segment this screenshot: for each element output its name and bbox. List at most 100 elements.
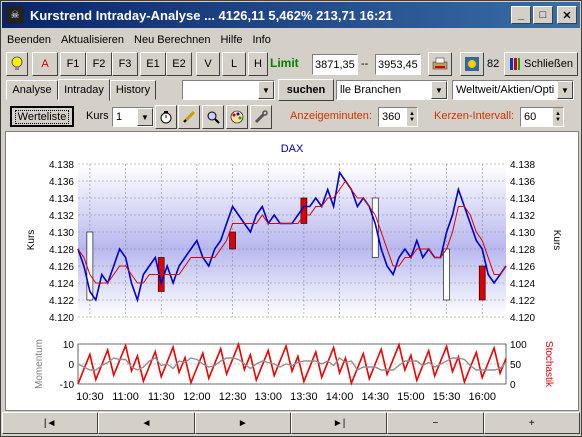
sub-y-tick-label-left: -10 <box>60 380 75 391</box>
y-tick-label-right: 4.130 <box>510 228 535 239</box>
sub-y-tick-label-left: 0 <box>68 360 74 371</box>
draw-button[interactable] <box>178 105 200 129</box>
region-combo-value: Weltweit/Aktien/Opti <box>456 84 555 96</box>
chevron-down-icon[interactable]: ▼ <box>557 81 573 99</box>
chevron-down-icon[interactable]: ▼ <box>431 81 447 99</box>
y-tick-label-right: 4.136 <box>510 177 535 188</box>
zoom-button[interactable] <box>202 105 224 129</box>
x-tick-label: 16:00 <box>468 391 496 403</box>
minutes-spinner[interactable]: ▲ ▼ <box>407 108 417 126</box>
x-tick-label: 14:00 <box>326 391 354 403</box>
paint-button[interactable] <box>226 105 248 129</box>
x-tick-label: 11:30 <box>148 391 175 403</box>
title-bar[interactable]: ☠ Kurstrend Intraday-Analyse ... 4126,11… <box>2 2 580 28</box>
branch-combo-value: lle Branchen <box>340 84 402 96</box>
y-tick-label-right: 4.124 <box>510 279 535 290</box>
toolbar-button-l[interactable]: L <box>222 52 246 76</box>
momentum-axis-label: Momentum <box>34 339 45 389</box>
interval-field[interactable]: 60 ▲ ▼ <box>520 107 564 127</box>
toolbar-button-f1[interactable]: F1 <box>60 52 86 76</box>
toolbar-button-h[interactable]: H <box>248 52 268 76</box>
x-tick-label: 12:00 <box>183 391 211 403</box>
y-axis-label-left: Kurs <box>26 230 37 251</box>
minutes-field[interactable]: 360 ▲ ▼ <box>378 107 418 127</box>
timer-button[interactable] <box>155 105 177 129</box>
toolbar-button-a[interactable]: A <box>32 52 58 76</box>
y-axis-label-right: Kurs <box>551 230 562 251</box>
kurs-select[interactable]: 1 ▼ <box>112 107 154 127</box>
sub-y-tick-label-right: 100 <box>510 340 527 351</box>
y-tick-label-right: 4.120 <box>510 313 535 324</box>
toolbar-button-f3[interactable]: F3 <box>112 52 138 76</box>
minutes-field-value: 360 <box>382 111 401 123</box>
candle <box>371 197 379 258</box>
branch-combo[interactable]: lle Branchen ▼ <box>336 80 448 100</box>
maximize-button[interactable]: □ <box>533 6 553 24</box>
menu-beenden[interactable]: Beenden <box>2 34 56 46</box>
chevron-down-icon[interactable]: ▼ <box>137 108 153 126</box>
chart-title: DAX <box>281 143 304 155</box>
close-app-button[interactable]: Schließen <box>504 52 578 76</box>
minutes-label: Anzeigeminuten: <box>290 110 372 122</box>
candle <box>229 231 236 250</box>
search-combo[interactable]: ▼ <box>182 80 275 100</box>
y-tick-label-left: 4.130 <box>49 228 74 239</box>
toolbar-button-f2[interactable]: F2 <box>86 52 112 76</box>
y-tick-label-left: 4.120 <box>49 313 74 324</box>
y-tick-label-left: 4.124 <box>49 279 74 290</box>
nav-next-button[interactable]: ► <box>194 412 291 434</box>
menu-hilfe[interactable]: Hilfe <box>215 34 247 46</box>
stochastic-axis-label: Stochastik <box>543 341 554 388</box>
x-tick-label: 11:00 <box>112 391 139 403</box>
minimize-button[interactable]: _ <box>511 6 531 24</box>
chart-toolbar: Werteliste Kurs 1 ▼ Anzeigeminuten: 360 … <box>2 104 580 130</box>
lightbulb-button[interactable] <box>6 52 28 76</box>
interval-label: Kerzen-Intervall: <box>434 110 515 122</box>
menu-info[interactable]: Info <box>248 34 276 46</box>
y-tick-label-left: 4.138 <box>49 160 74 171</box>
sub-y-tick-label-left: 10 <box>63 340 75 351</box>
toolbar-button-e2[interactable]: E2 <box>166 52 192 76</box>
nav-last-button[interactable]: ►| <box>290 412 388 434</box>
intraday-chart[interactable]: DAX 4.138 4.138 4.136 4.136 4.134 4.134 4.132 4.… <box>6 132 578 410</box>
watchlist-button[interactable]: Werteliste <box>10 106 74 127</box>
y-tick-label-right: 4.132 <box>510 211 535 222</box>
interval-spinner[interactable]: ▲ ▼ <box>553 108 563 126</box>
sub-y-tick-label-right: 0 <box>510 380 516 391</box>
tab-intraday[interactable]: Intraday <box>58 79 110 101</box>
nav-prev-button[interactable]: ◄ <box>98 412 195 434</box>
close-button[interactable]: ✕ <box>557 6 577 24</box>
main-window: ☠ Kurstrend Intraday-Analyse ... 4126,11… <box>0 0 582 437</box>
menu-bar: Beenden Aktualisieren Neu Berechnen Hilf… <box>2 30 276 50</box>
y-tick-label-right: 4.134 <box>510 194 535 205</box>
toolbar-button-e1[interactable]: E1 <box>140 52 166 76</box>
print-button[interactable] <box>428 52 452 76</box>
printer-icon <box>432 57 448 70</box>
toolbar-button-v[interactable]: V <box>196 52 220 76</box>
limit-high-field[interactable]: 3953,45 <box>375 54 421 75</box>
portfolio-button[interactable] <box>460 52 484 76</box>
zoom-in-button[interactable]: + <box>483 412 580 434</box>
x-tick-label: 10:30 <box>76 391 104 403</box>
chart-panel[interactable]: DAX 4.138 4.138 4.136 4.136 4.134 4.134 4.132 4.… <box>5 131 579 411</box>
tab-analyse[interactable]: Analyse <box>6 80 58 100</box>
menu-neu-berechnen[interactable]: Neu Berechnen <box>129 34 215 46</box>
magnifier-icon <box>207 111 220 124</box>
y-tick-label-left: 4.134 <box>49 194 74 205</box>
portfolio-icon <box>465 57 479 71</box>
wrench-icon <box>254 110 268 124</box>
pencil-icon <box>182 110 196 124</box>
y-tick-label-left: 4.126 <box>49 262 74 273</box>
tab-history[interactable]: History <box>110 80 156 100</box>
tools-button[interactable] <box>250 105 272 129</box>
search-button[interactable]: suchen <box>278 79 334 101</box>
chevron-down-icon[interactable]: ▼ <box>258 81 274 99</box>
region-combo[interactable]: Weltweit/Aktien/Opti ▼ <box>452 80 574 100</box>
menu-aktualisieren[interactable]: Aktualisieren <box>56 34 129 46</box>
candle <box>478 265 486 301</box>
nav-first-button[interactable]: |◄ <box>2 412 99 434</box>
candle <box>443 248 450 301</box>
zoom-out-button[interactable]: − <box>387 412 484 434</box>
x-tick-label: 13:30 <box>290 391 318 403</box>
limit-low-field[interactable]: 3871,35 <box>312 54 358 75</box>
